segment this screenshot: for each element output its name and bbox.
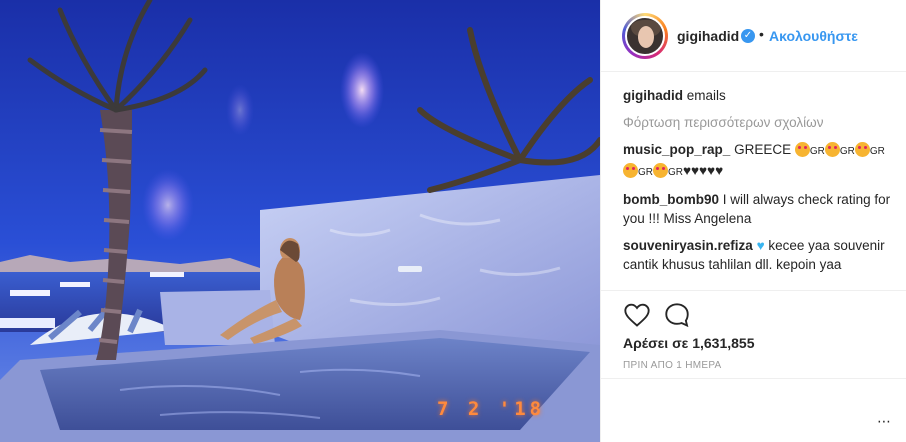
avatar — [625, 16, 665, 56]
comment-item: bomb_bomb90 I will always check rating f… — [623, 190, 895, 228]
comment-username[interactable]: bomb_bomb90 — [623, 192, 719, 207]
heart-eyes-emoji-icon — [653, 163, 668, 178]
more-options-button[interactable]: ⋯ — [877, 413, 892, 430]
comment-item: souveniryasin.refiza ♥ kecee yaa souveni… — [623, 236, 895, 274]
likes-count[interactable]: Αρέσει σε 1,631,855 — [623, 335, 754, 351]
heart-eyes-emoji-icon — [824, 142, 840, 157]
header-separator: • — [759, 26, 764, 42]
comments-list[interactable]: gigihadid emails Φόρτωση περισσότερων σχ… — [623, 86, 895, 290]
comment-username[interactable]: souveniryasin.refiza — [623, 238, 753, 253]
flag-gr-label: GR — [638, 167, 653, 178]
follow-button[interactable]: Ακολουθήστε — [769, 28, 858, 44]
post-photo[interactable]: 7 2 '18 — [0, 0, 600, 442]
comment-username[interactable]: music_pop_rap_ — [623, 142, 730, 157]
blue-heart-icon: ♥ — [756, 238, 765, 253]
avatar-story-ring[interactable] — [622, 13, 668, 59]
comment-text: GREECE — [734, 142, 792, 157]
black-hearts: ♥♥♥♥♥ — [683, 163, 724, 178]
heart-eyes-emoji-icon — [794, 142, 810, 157]
caption: gigihadid emails — [623, 86, 895, 105]
heart-icon[interactable] — [623, 301, 651, 329]
verified-badge-icon: ✓ — [741, 29, 755, 43]
photo-date-stamp: 7 2 '18 — [437, 398, 546, 420]
flag-gr-label: GR — [869, 146, 885, 157]
flag-gr-label: GR — [668, 167, 683, 178]
comment-item: music_pop_rap_ GREECE GR GR GRGR GR♥♥♥♥♥ — [623, 140, 895, 182]
post-timestamp: ΠΡΙΝ ΑΠΟ 1 ΗΜΕΡΑ — [623, 360, 722, 371]
flag-gr-label: GR — [839, 146, 855, 157]
header-username[interactable]: gigihadid — [677, 28, 739, 44]
heart-eyes-emoji-icon — [854, 142, 870, 157]
flag-gr-label: GR — [809, 146, 825, 157]
load-more-comments-button[interactable]: Φόρτωση περισσότερων σχολίων — [623, 113, 895, 132]
post-header: gigihadid ✓ • Ακολουθήστε — [601, 0, 906, 72]
comment-item-truncated — [623, 282, 895, 290]
caption-username[interactable]: gigihadid — [623, 88, 683, 103]
comment-bubble-icon[interactable] — [663, 301, 691, 329]
photo-scene — [0, 0, 600, 442]
heart-eyes-emoji-icon — [623, 163, 638, 178]
divider — [601, 378, 906, 379]
caption-text: emails — [686, 88, 726, 103]
post-side-panel: gigihadid ✓ • Ακολουθήστε gigihadid emai… — [600, 0, 906, 442]
action-bar — [601, 290, 906, 340]
